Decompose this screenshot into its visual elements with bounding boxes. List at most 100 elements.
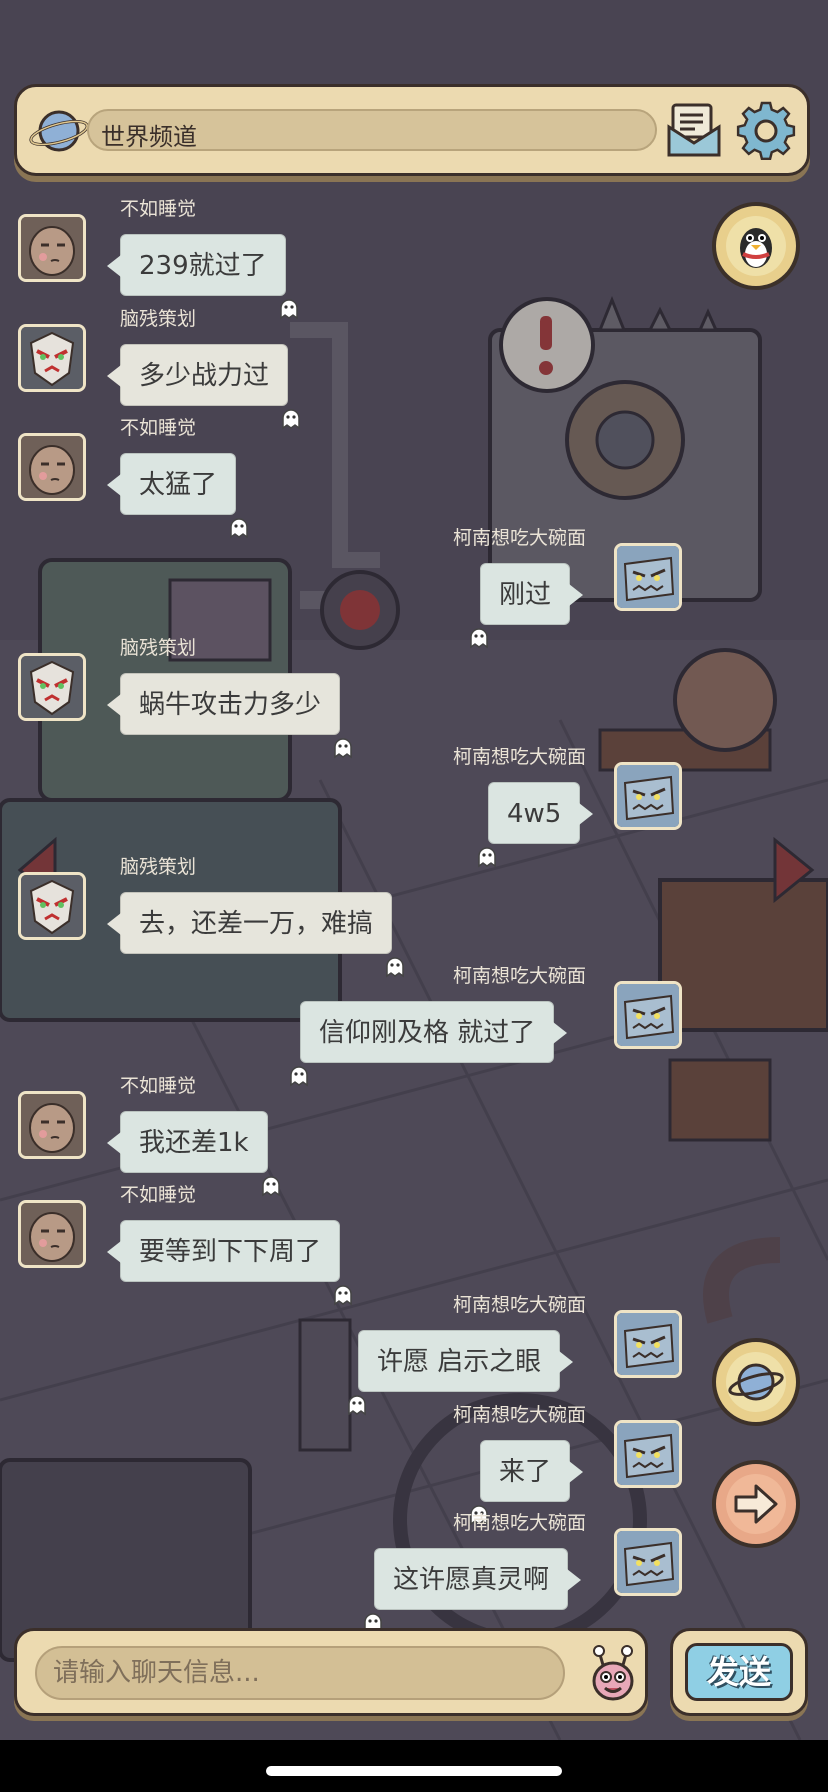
message-text: 太猛了 xyxy=(139,470,218,500)
message-bubble: 来了 xyxy=(470,1440,584,1526)
avatar[interactable] xyxy=(614,1528,682,1596)
planet-icon xyxy=(29,110,89,152)
bubble-tail xyxy=(107,694,121,716)
bubble-tail xyxy=(569,584,584,606)
message-text: 去，还差一万，难搞 xyxy=(139,909,374,939)
message-text: 要等到下下周了 xyxy=(139,1237,322,1267)
ghost-emote-icon xyxy=(279,391,303,430)
avatar[interactable] xyxy=(614,543,682,611)
chat-message: 柯南想吃大碗面信仰刚及格 就过了 xyxy=(0,965,828,1087)
sender-name: 不如睡觉 xyxy=(120,198,197,220)
world-channel-header: 世界频道 xyxy=(14,84,810,176)
chat-message: 柯南想吃大碗面刚过 xyxy=(0,527,828,649)
sender-name: 不如睡觉 xyxy=(120,1075,197,1097)
message-bubble: 许愿 启示之眼 xyxy=(348,1330,574,1416)
chat-message: 不如睡觉要等到下下周了 xyxy=(0,1184,828,1306)
sender-name: 不如睡觉 xyxy=(120,1184,197,1206)
send-button-label: 发送 xyxy=(685,1643,793,1701)
ghost-emote-icon xyxy=(467,610,491,649)
avatar[interactable] xyxy=(18,1091,86,1159)
bubble-tail xyxy=(567,1569,582,1591)
home-indicator[interactable] xyxy=(266,1766,562,1776)
sender-name: 柯南想吃大碗面 xyxy=(452,1512,586,1534)
ghost-emote-icon xyxy=(361,1595,385,1634)
message-bubble: 信仰刚及格 就过了 xyxy=(290,1001,568,1087)
mail-icon[interactable] xyxy=(665,101,723,159)
message-bubble: 我还差1k xyxy=(107,1111,280,1197)
emoji-snail-icon[interactable] xyxy=(585,1645,641,1703)
bubble-tail xyxy=(553,1022,568,1044)
message-text: 来了 xyxy=(499,1457,552,1487)
avatar[interactable] xyxy=(18,214,86,282)
message-bubble: 239就过了 xyxy=(107,234,298,320)
message-text: 这许愿真灵啊 xyxy=(393,1565,550,1595)
channel-switch-button[interactable] xyxy=(712,1338,800,1426)
avatar[interactable] xyxy=(18,433,86,501)
message-text: 239就过了 xyxy=(139,251,267,281)
message-bubble: 太猛了 xyxy=(107,453,248,539)
message-bubble: 这许愿真灵啊 xyxy=(364,1548,582,1634)
sender-name: 不如睡觉 xyxy=(120,417,197,439)
bubble-tail xyxy=(107,255,121,277)
next-arrow-button[interactable] xyxy=(712,1460,800,1548)
message-text: 多少战力过 xyxy=(139,361,270,391)
sender-name: 柯南想吃大碗面 xyxy=(452,1294,586,1316)
sender-name: 柯南想吃大碗面 xyxy=(452,746,586,768)
sender-name: 脑残策划 xyxy=(120,637,197,659)
avatar[interactable] xyxy=(18,653,86,721)
avatar[interactable] xyxy=(18,324,86,392)
channel-title: 世界频道 xyxy=(101,123,197,151)
ghost-emote-icon xyxy=(331,720,355,759)
chat-message: 不如睡觉 239就过了 xyxy=(0,198,828,320)
ghost-emote-icon xyxy=(287,1048,311,1087)
bubble-tail xyxy=(569,1461,584,1483)
chat-message: 柯南想吃大碗面许愿 启示之眼 xyxy=(0,1294,828,1416)
arrow-right-icon xyxy=(726,1474,786,1534)
sender-name: 柯南想吃大碗面 xyxy=(452,1404,586,1426)
ghost-emote-icon xyxy=(331,1267,355,1306)
message-text: 许愿 启示之眼 xyxy=(377,1347,542,1377)
chat-message: 柯南想吃大碗面来了 xyxy=(0,1404,828,1526)
ghost-emote-icon xyxy=(277,281,301,320)
chat-message: 不如睡觉太猛了 xyxy=(0,417,828,539)
message-text: 刚过 xyxy=(499,580,552,610)
bubble-tail xyxy=(107,913,121,935)
message-bubble: 要等到下下周了 xyxy=(107,1220,352,1306)
chat-message: 脑残策划多少战力过 xyxy=(0,308,828,430)
bubble-tail xyxy=(579,803,594,825)
planet-icon xyxy=(726,1352,786,1412)
message-bubble: 刚过 xyxy=(470,563,584,649)
ghost-emote-icon xyxy=(259,1158,283,1197)
chat-message: 不如睡觉我还差1k xyxy=(0,1075,828,1197)
bubble-tail xyxy=(559,1351,574,1373)
sender-name: 柯南想吃大碗面 xyxy=(452,527,586,549)
ghost-emote-icon xyxy=(383,939,407,978)
message-bubble: 去，还差一万，难搞 xyxy=(107,892,404,978)
message-text: 4w5 xyxy=(507,799,562,829)
sender-name: 脑残策划 xyxy=(120,308,197,330)
ghost-emote-icon xyxy=(227,500,251,539)
avatar[interactable] xyxy=(614,1420,682,1488)
settings-gear-icon[interactable] xyxy=(735,101,797,163)
chat-message: 脑残策划蜗牛攻击力多少 xyxy=(0,637,828,759)
avatar[interactable] xyxy=(614,981,682,1049)
chat-message: 脑残策划去，还差一万，难搞 xyxy=(0,856,828,978)
chat-message: 柯南想吃大碗面这许愿真灵啊 xyxy=(0,1512,828,1634)
sender-name: 柯南想吃大碗面 xyxy=(452,965,586,987)
sender-name: 脑残策划 xyxy=(120,856,197,878)
avatar[interactable] xyxy=(614,762,682,830)
chat-input-panel xyxy=(14,1628,648,1716)
avatar[interactable] xyxy=(18,1200,86,1268)
bubble-tail xyxy=(107,1241,121,1263)
bubble-tail xyxy=(107,1132,121,1154)
avatar[interactable] xyxy=(614,1310,682,1378)
send-button[interactable]: 发送 xyxy=(670,1628,808,1716)
chat-input[interactable] xyxy=(35,1646,565,1700)
message-text: 蜗牛攻击力多少 xyxy=(139,690,322,720)
channel-title-bar: 世界频道 xyxy=(87,109,657,151)
bubble-tail xyxy=(107,365,121,387)
message-text: 我还差1k xyxy=(139,1128,249,1158)
message-bubble: 蜗牛攻击力多少 xyxy=(107,673,352,759)
ghost-emote-icon xyxy=(475,829,499,868)
avatar[interactable] xyxy=(18,872,86,940)
